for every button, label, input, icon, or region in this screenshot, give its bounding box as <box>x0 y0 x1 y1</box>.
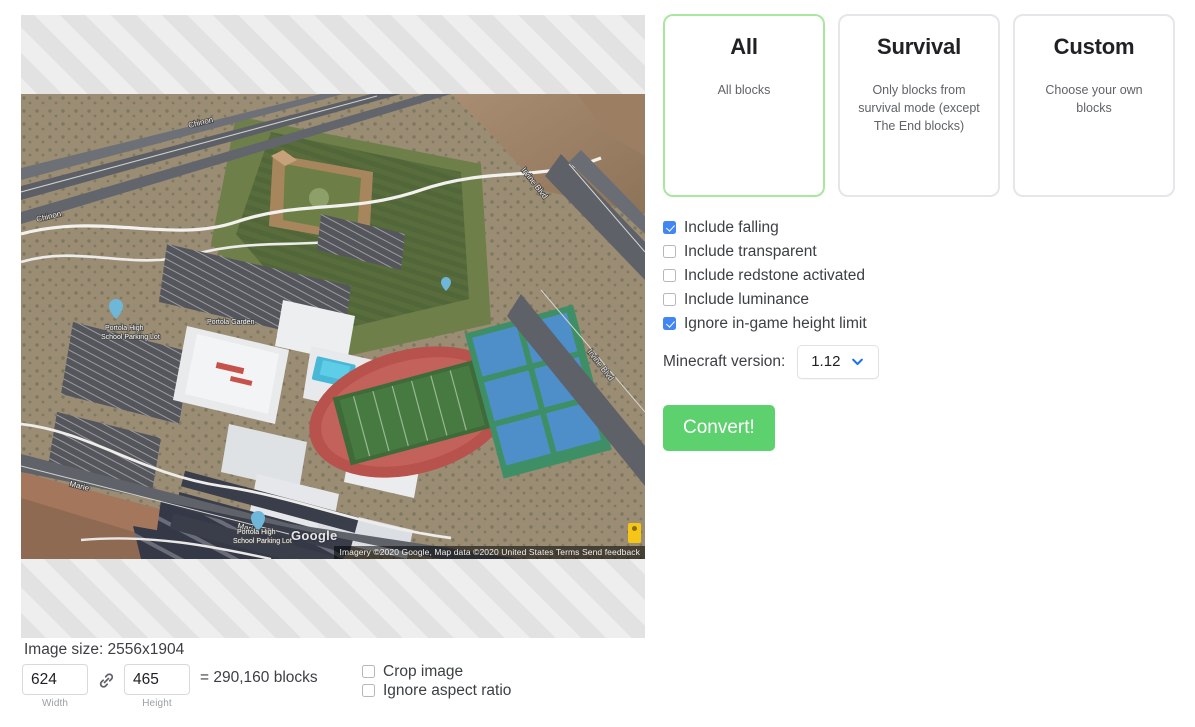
checkbox-include-falling[interactable] <box>663 221 676 235</box>
mode-card-title: Survival <box>876 34 961 59</box>
height-input[interactable] <box>124 664 190 695</box>
convert-button[interactable]: Convert! <box>663 404 775 451</box>
option-label: Crop image <box>383 663 464 680</box>
option-include-luminance[interactable]: Include luminance <box>663 292 1175 308</box>
height-field-group: Height <box>124 664 190 709</box>
svg-text:Portola High: Portola High <box>237 529 276 536</box>
image-size-text: Image size: 2556x1904 <box>24 641 185 658</box>
svg-text:School Parking Lot: School Parking Lot <box>233 538 292 545</box>
map-render: Chinon Chinon Irvine Blvd Irvine Blvd Ma… <box>21 94 645 559</box>
mode-card-description: All blocks <box>717 83 771 97</box>
aspect-ratio-link-icon[interactable] <box>96 670 116 690</box>
svg-text:Portola Garden: Portola Garden <box>207 319 255 326</box>
option-crop-image[interactable]: Crop image <box>362 664 511 680</box>
dimensions-row: Width Height = 290,160 blocks <box>22 664 318 709</box>
option-include-redstone-activated[interactable]: Include redstone activated <box>663 268 1175 284</box>
option-label: Ignore aspect ratio <box>383 681 512 699</box>
block-options-group: Include falling Include transparent Incl… <box>663 220 1175 332</box>
version-row: Minecraft version: 1.12 <box>663 344 1175 379</box>
checkbox-ignore-aspect-ratio[interactable] <box>362 683 375 697</box>
option-label: Include transparent <box>684 243 817 260</box>
version-label: Minecraft version: <box>663 352 786 370</box>
svg-text:Portola High: Portola High <box>105 325 144 332</box>
option-label: Include redstone activated <box>684 267 865 284</box>
settings-panel: All All blocks Survival Only blocks from… <box>663 14 1175 451</box>
mode-card-description: Choose your own blocks <box>1045 83 1143 116</box>
app-root: Chinon Chinon Irvine Blvd Irvine Blvd Ma… <box>0 0 1195 727</box>
checkbox-include-redstone-activated[interactable] <box>663 269 676 283</box>
mode-card-survival[interactable]: Survival Only blocks from survival mode … <box>838 14 1000 197</box>
option-label: Ignore in-game height limit <box>684 315 867 332</box>
checkbox-crop-image[interactable] <box>362 665 375 679</box>
svg-text:School Parking Lot: School Parking Lot <box>101 334 160 341</box>
width-input[interactable] <box>22 664 88 695</box>
height-label: Height <box>142 698 172 709</box>
crop-options-group: Crop image Ignore aspect ratio <box>362 664 511 701</box>
checkbox-include-transparent[interactable] <box>663 245 676 259</box>
option-include-falling[interactable]: Include falling <box>663 220 1175 236</box>
checkbox-include-luminance[interactable] <box>663 293 676 307</box>
mode-card-all[interactable]: All All blocks <box>663 14 825 197</box>
map-attribution: Imagery ©2020 Google, Map data ©2020 Uni… <box>334 546 645 559</box>
image-preview-panel: Chinon Chinon Irvine Blvd Irvine Blvd Ma… <box>21 15 645 638</box>
mode-card-description: Only blocks from survival mode (except T… <box>858 83 980 134</box>
mode-card-group: All All blocks Survival Only blocks from… <box>663 14 1175 197</box>
width-field-group: Width <box>22 664 88 709</box>
satellite-map-image: Chinon Chinon Irvine Blvd Irvine Blvd Ma… <box>21 94 645 559</box>
option-label: Include falling <box>684 219 779 236</box>
width-label: Width <box>41 698 69 709</box>
minecraft-version-select[interactable]: 1.12 <box>797 344 880 379</box>
mode-card-title: Custom <box>1053 34 1135 59</box>
chevron-down-icon <box>850 354 865 369</box>
option-label: Include luminance <box>684 291 809 308</box>
option-ignore-height-limit[interactable]: Ignore in-game height limit <box>663 316 1175 332</box>
chain-link-glyph <box>99 672 113 688</box>
option-ignore-aspect-ratio[interactable]: Ignore aspect ratio <box>362 681 512 699</box>
street-view-pegman-icon[interactable] <box>628 523 641 543</box>
mode-card-custom[interactable]: Custom Choose your own blocks <box>1013 14 1175 197</box>
transparency-checker-background: Chinon Chinon Irvine Blvd Irvine Blvd Ma… <box>21 15 645 638</box>
version-value: 1.12 <box>811 353 841 370</box>
mode-card-title: All <box>730 34 758 59</box>
block-count-text: = 290,160 blocks <box>200 669 318 686</box>
google-logo: Google <box>291 528 338 543</box>
checkbox-ignore-height-limit[interactable] <box>663 317 676 331</box>
option-include-transparent[interactable]: Include transparent <box>663 244 1175 260</box>
